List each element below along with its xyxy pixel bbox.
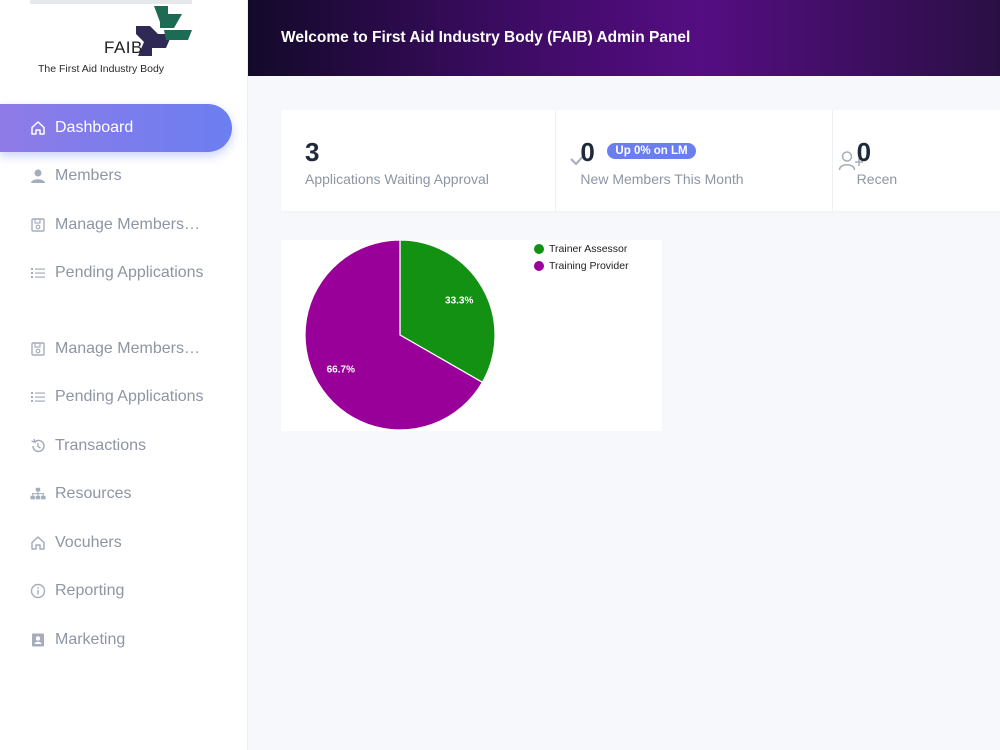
sidebar-item-label: Transactions [55,436,146,454]
stat-card-new-members[interactable]: 0 Up 0% on LM New Members This Month [556,110,864,211]
stats-row: 3 Applications Waiting Approval 0 Up 0% … [281,110,1000,211]
stat-value: 0 [580,137,595,167]
home-icon [30,535,46,551]
list-icon [30,389,46,405]
user-icon [30,168,46,184]
stat-label: New Members This Month [580,171,744,187]
sidebar-item-manage-membership[interactable]: Manage Membership [0,201,248,250]
legend-swatch [534,260,544,271]
sidebar-item-label: Members [55,167,122,185]
sidebar-item-label: Marketing [55,630,126,648]
sidebar-item-label: Pending Applications [55,264,204,282]
save-icon [30,341,46,357]
faib-logo[interactable]: FAIB The First Aid Industry Body [30,0,200,85]
sidebar-item-members[interactable]: Members [0,152,248,201]
pie-data-label: 66.7% [327,364,355,375]
brand-subtitle: The First Aid Industry Body [38,63,165,75]
legend-item[interactable]: Training Provider [534,257,629,274]
page-title: Welcome to First Aid Industry Body (FAIB… [281,29,691,46]
sidebar: FAIB The First Aid Industry Body Dashboa… [0,0,248,750]
sidebar-item-manage-membership-2[interactable]: Manage Membership [0,325,248,374]
legend-label: Training Provider [549,259,629,272]
stat-value: 0 [856,137,872,167]
legend-swatch [534,243,544,254]
history-icon [30,438,46,454]
stat-card-applications[interactable]: 3 Applications Waiting Approval [281,110,586,211]
sidebar-item-label: Manage Membership [55,339,205,357]
stat-value: 3 [305,137,320,167]
sidebar-item-label: Resources [55,485,132,503]
sidebar-item-label: Manage Membership [55,215,205,233]
chart-legend: Trainer Assessor Training Provider [534,240,629,274]
top-header: Welcome to First Aid Industry Body (FAIB… [248,0,1000,76]
contact-card-icon [30,632,46,648]
growth-badge: Up 0% on LM [607,143,696,159]
sidebar-item-vouchers[interactable]: Vocuhers [0,519,248,568]
sidebar-item-label: Dashboard [55,119,134,136]
faib-cross-logo-icon [136,6,192,56]
legend-label: Trainer Assessor [549,242,628,255]
sidebar-item-label: Vocuhers [55,533,122,551]
sidebar-item-label: Pending Applications [55,388,204,406]
sidebar-nav: Dashboard Members Manage Membership Pend… [0,104,248,664]
brand-name: FAIB [104,38,143,57]
sidebar-item-label: Reporting [55,582,125,600]
info-icon [30,583,46,599]
stat-card-recent[interactable]: 0 Recen [833,110,1000,211]
pie-data-label: 33.3% [445,296,473,307]
membership-type-chart: 33.3% 66.7% Trainer Assessor Training Pro… [281,240,662,431]
sidebar-item-marketing[interactable]: Marketing [0,616,248,665]
sidebar-item-pending-applications[interactable]: Pending Applications [0,249,248,298]
sidebar-item-dashboard[interactable]: Dashboard [0,104,232,152]
sidebar-item-pending-applications-2[interactable]: Pending Applications [0,373,248,422]
list-icon [30,265,46,281]
sitemap-icon [30,486,46,502]
sidebar-item-resources[interactable]: Resources [0,470,248,519]
legend-item[interactable]: Trainer Assessor [534,240,629,257]
stat-label: Applications Waiting Approval [305,171,489,187]
sidebar-item-reporting[interactable]: Reporting [0,567,248,616]
save-icon [30,217,46,233]
sidebar-item-transactions[interactable]: Transactions [0,422,248,471]
stat-label: Recen [856,171,898,187]
home-icon [30,120,46,136]
